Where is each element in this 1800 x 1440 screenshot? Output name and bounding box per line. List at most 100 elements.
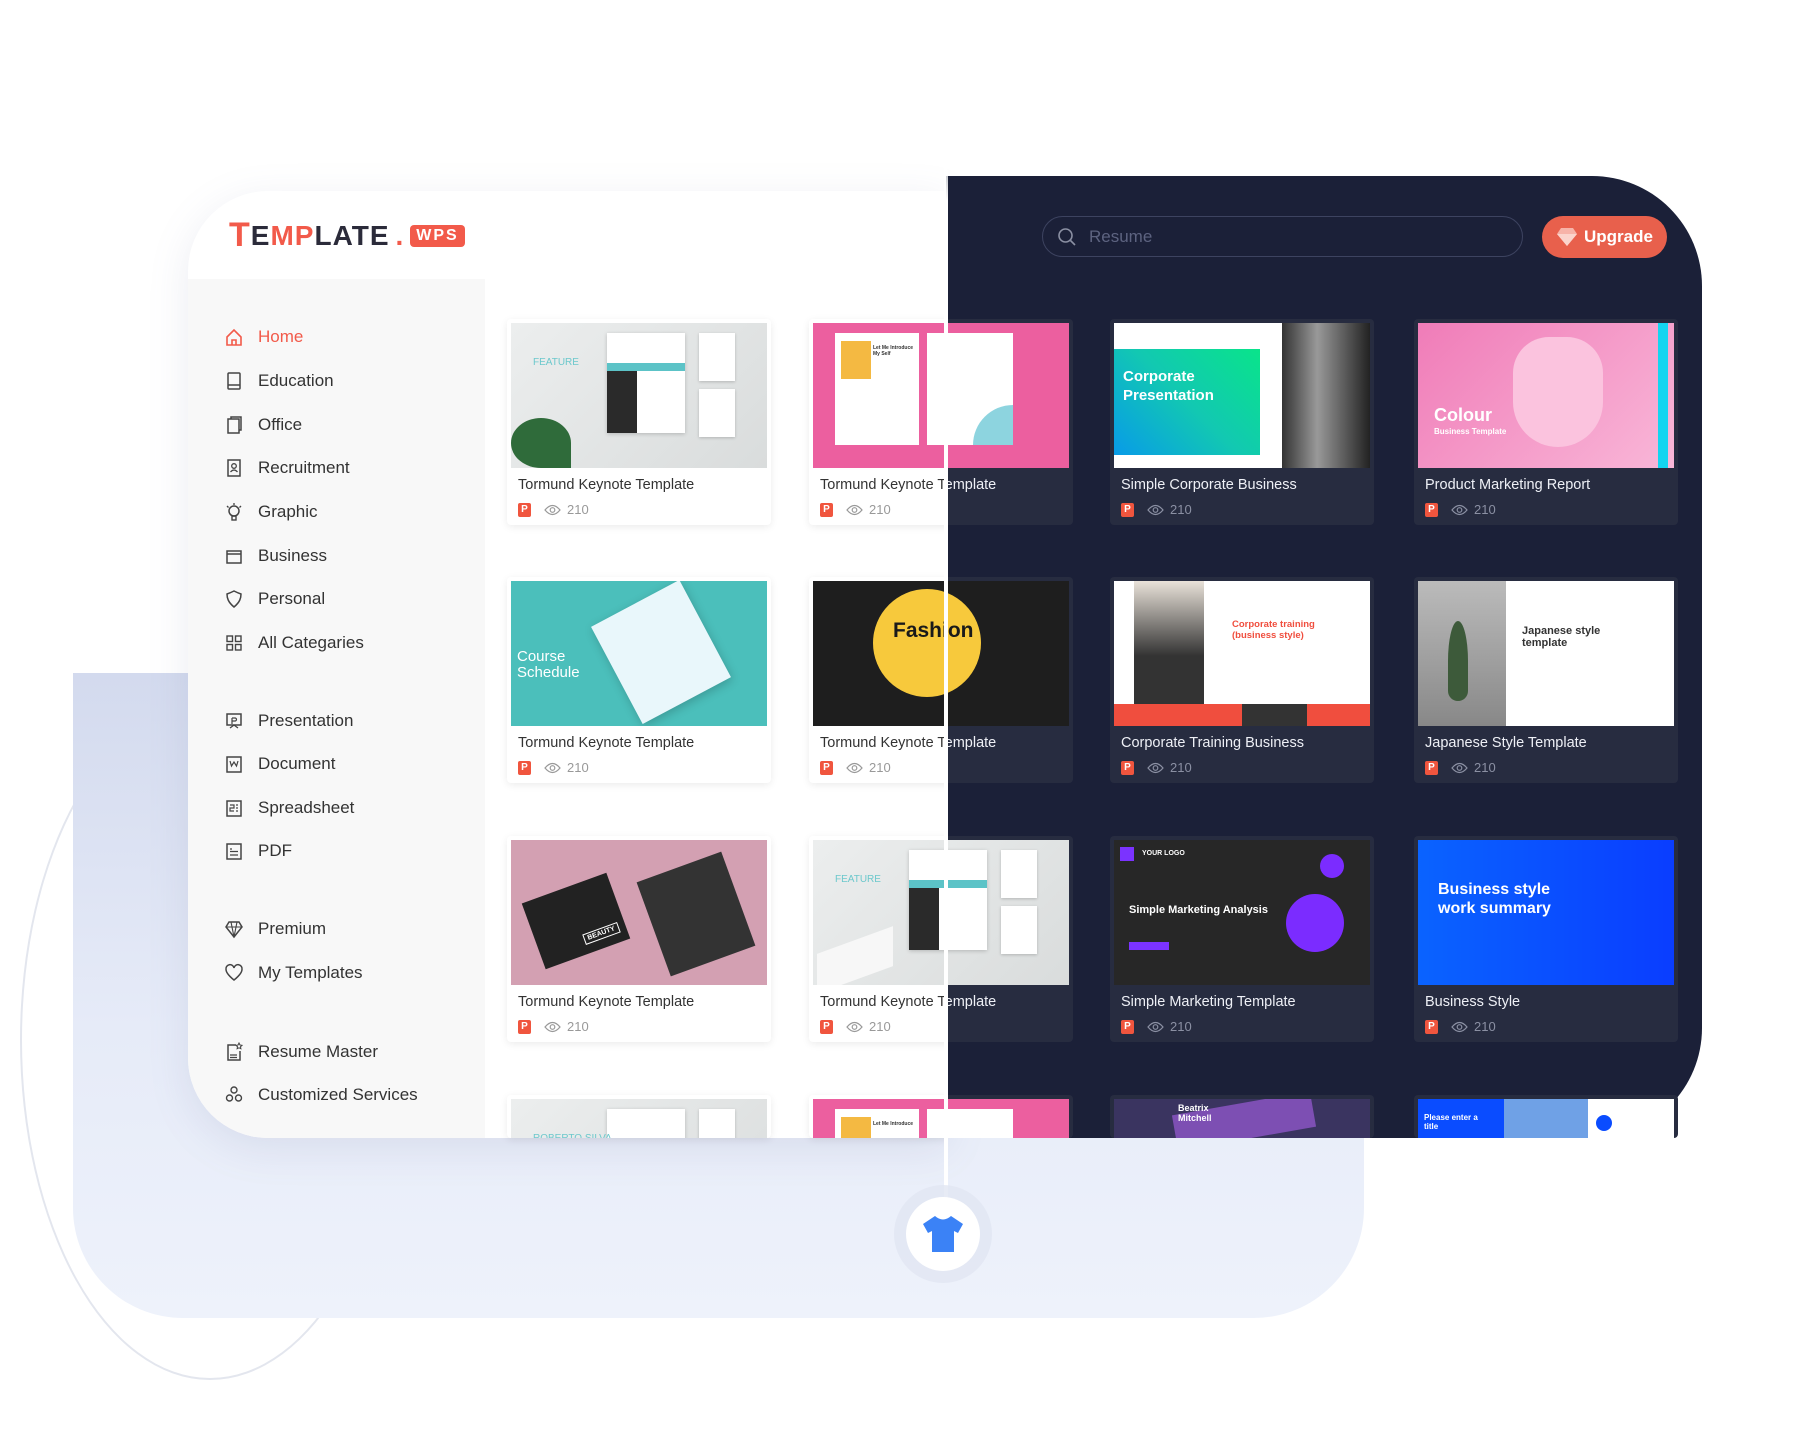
sidebar-item-home[interactable]: Home <box>224 327 303 347</box>
view-count: 210 <box>567 1019 589 1034</box>
sidebar-item-label: Office <box>258 415 303 434</box>
view-count: 210 <box>1170 760 1192 775</box>
view-count: 210 <box>1474 1019 1496 1034</box>
sidebar-item-resume-master[interactable]: Resume Master <box>224 1042 378 1062</box>
template-thumbnail[interactable]: ROBERTO SILVA <box>511 1099 767 1138</box>
logo-dot: . <box>395 219 405 251</box>
document-icon <box>224 754 244 774</box>
view-count: 210 <box>1170 502 1192 517</box>
template-thumbnail[interactable]: Corporate Presentation <box>1114 323 1370 468</box>
template-title[interactable]: Simple Marketing Template <box>1121 994 1296 1010</box>
presentation-file-icon: P <box>1121 1019 1134 1034</box>
thumb-text: Business style work summary <box>1438 881 1551 917</box>
template-thumbnail[interactable]: Beatrix Mitchell <box>1114 1099 1370 1138</box>
template-card[interactable]: Colour Business Template Product Marketing… <box>1414 319 1678 525</box>
sidebar-item-label: Personal <box>258 589 326 608</box>
sidebar-item-graphic[interactable]: Graphic <box>224 502 318 522</box>
template-meta: P 210 <box>820 1019 891 1034</box>
template-card[interactable]: Corporate training (business style) Corpo… <box>1110 577 1374 783</box>
book-icon <box>224 371 244 391</box>
template-title[interactable]: Product Marketing Report <box>1425 477 1590 493</box>
thumb-text: Simple Marketing Analysis <box>1129 904 1268 916</box>
view-count: 210 <box>869 502 891 517</box>
eye-icon <box>544 504 561 515</box>
sidebar-item-label: Resume Master <box>258 1042 378 1061</box>
tshirt-icon <box>923 1216 963 1252</box>
template-meta: P 210 <box>820 502 891 517</box>
search-input[interactable] <box>1087 225 1491 248</box>
template-title[interactable]: Japanese Style Template <box>1425 735 1587 751</box>
template-title[interactable]: Corporate Training Business <box>1121 735 1304 751</box>
template-meta: P 210 <box>518 1019 589 1034</box>
services-icon <box>224 1085 244 1105</box>
template-card[interactable]: FEATURE Tormund Keynote Template P 210 <box>507 319 771 525</box>
sidebar-item-all-categaries[interactable]: All Categaries <box>224 633 364 653</box>
template-card[interactable]: Please enter a title <box>1414 1095 1678 1138</box>
compare-divider[interactable] <box>944 90 948 1200</box>
eye-icon <box>846 504 863 515</box>
template-thumbnail[interactable]: Business style work summary <box>1418 840 1674 985</box>
sidebar-item-recruitment[interactable]: Recruitment <box>224 458 350 478</box>
eye-icon <box>1147 762 1164 773</box>
template-thumbnail[interactable]: Japanese style template <box>1418 581 1674 726</box>
presentation-file-icon: P <box>1425 502 1438 517</box>
sidebar-item-business[interactable]: Business <box>224 546 327 566</box>
sidebar-item-label: Spreadsheet <box>258 798 355 817</box>
logo-letter: T <box>229 216 251 254</box>
sidebar-item-education[interactable]: Education <box>224 371 334 391</box>
template-card[interactable]: Beatrix Mitchell <box>1110 1095 1374 1138</box>
logo[interactable]: T E MP LATE. WPS <box>229 216 465 255</box>
template-thumbnail[interactable]: FEATURE <box>511 323 767 468</box>
theme-toggle-button[interactable] <box>906 1197 980 1271</box>
thumb-text: YOUR LOGO <box>1142 850 1185 857</box>
template-title[interactable]: Simple Corporate Business <box>1121 477 1297 493</box>
sidebar-item-personal[interactable]: Personal <box>224 589 325 609</box>
presentation-file-icon: P <box>518 1019 531 1034</box>
sidebar-item-premium[interactable]: Premium <box>224 919 326 939</box>
template-thumbnail[interactable]: Colour Business Template <box>1418 323 1674 468</box>
heart-icon <box>224 963 244 983</box>
template-thumbnail[interactable]: Course Schedule <box>511 581 767 726</box>
template-card[interactable]: Course Schedule Tormund Keynote Template … <box>507 577 771 783</box>
template-card[interactable]: ROBERTO SILVA <box>507 1095 771 1138</box>
upgrade-button[interactable]: Upgrade <box>1542 216 1667 258</box>
sidebar-item-my-templates[interactable]: My Templates <box>224 963 363 983</box>
sidebar: Home Education Office Recruitment Graphic Bus… <box>188 279 485 1138</box>
eye-icon <box>846 1021 863 1032</box>
sidebar-item-label: Home <box>258 327 304 346</box>
template-thumbnail[interactable]: BEAUTY <box>511 840 767 985</box>
template-card[interactable]: Corporate Presentation Simple Corporate B… <box>1110 319 1374 525</box>
sidebar-item-presentation[interactable]: Presentation <box>224 711 353 731</box>
eye-icon <box>846 762 863 773</box>
sidebar-item-spreadsheet[interactable]: Spreadsheet <box>224 798 354 818</box>
sidebar-item-office[interactable]: Office <box>224 415 302 435</box>
template-title[interactable]: Tormund Keynote Template <box>518 994 694 1010</box>
template-thumbnail[interactable]: Simple Marketing Analysis YOUR LOGO <box>1114 840 1370 985</box>
template-title[interactable]: Tormund Keynote Template <box>518 477 694 493</box>
thumb-text: ROBERTO SILVA <box>533 1133 612 1138</box>
template-thumbnail[interactable]: Corporate training (business style) <box>1114 581 1370 726</box>
template-title[interactable]: Tormund Keynote Template <box>518 735 694 751</box>
template-card[interactable]: BEAUTY Tormund Keynote Template P 210 <box>507 836 771 1042</box>
sidebar-item-pdf[interactable]: PDF <box>224 841 292 861</box>
resume-icon <box>224 1042 244 1062</box>
logo-letter: E <box>250 219 271 251</box>
sidebar-item-label: My Templates <box>258 963 363 982</box>
sidebar-item-label: Customized Services <box>258 1085 418 1104</box>
template-meta: P 210 <box>1425 760 1496 775</box>
template-card[interactable]: Simple Marketing Analysis YOUR LOGO Simple… <box>1110 836 1374 1042</box>
template-title[interactable]: Business Style <box>1425 994 1520 1010</box>
grid-icon <box>224 633 244 653</box>
logo-letter: MP <box>270 219 315 251</box>
sidebar-item-document[interactable]: Document <box>224 754 335 774</box>
template-meta: P 210 <box>1425 502 1496 517</box>
presentation-file-icon: P <box>1121 502 1134 517</box>
sidebar-item-customized-services[interactable]: Customized Services <box>224 1085 418 1105</box>
thumb-text: Japanese style template <box>1522 625 1601 649</box>
template-card[interactable]: Business style work summary Business Styl… <box>1414 836 1678 1042</box>
view-count: 210 <box>869 760 891 775</box>
presentation-file-icon: P <box>1425 760 1438 775</box>
template-thumbnail[interactable]: Please enter a title <box>1418 1099 1674 1138</box>
search-bar[interactable] <box>1042 216 1523 257</box>
template-card[interactable]: Japanese style template Japanese Style Te… <box>1414 577 1678 783</box>
